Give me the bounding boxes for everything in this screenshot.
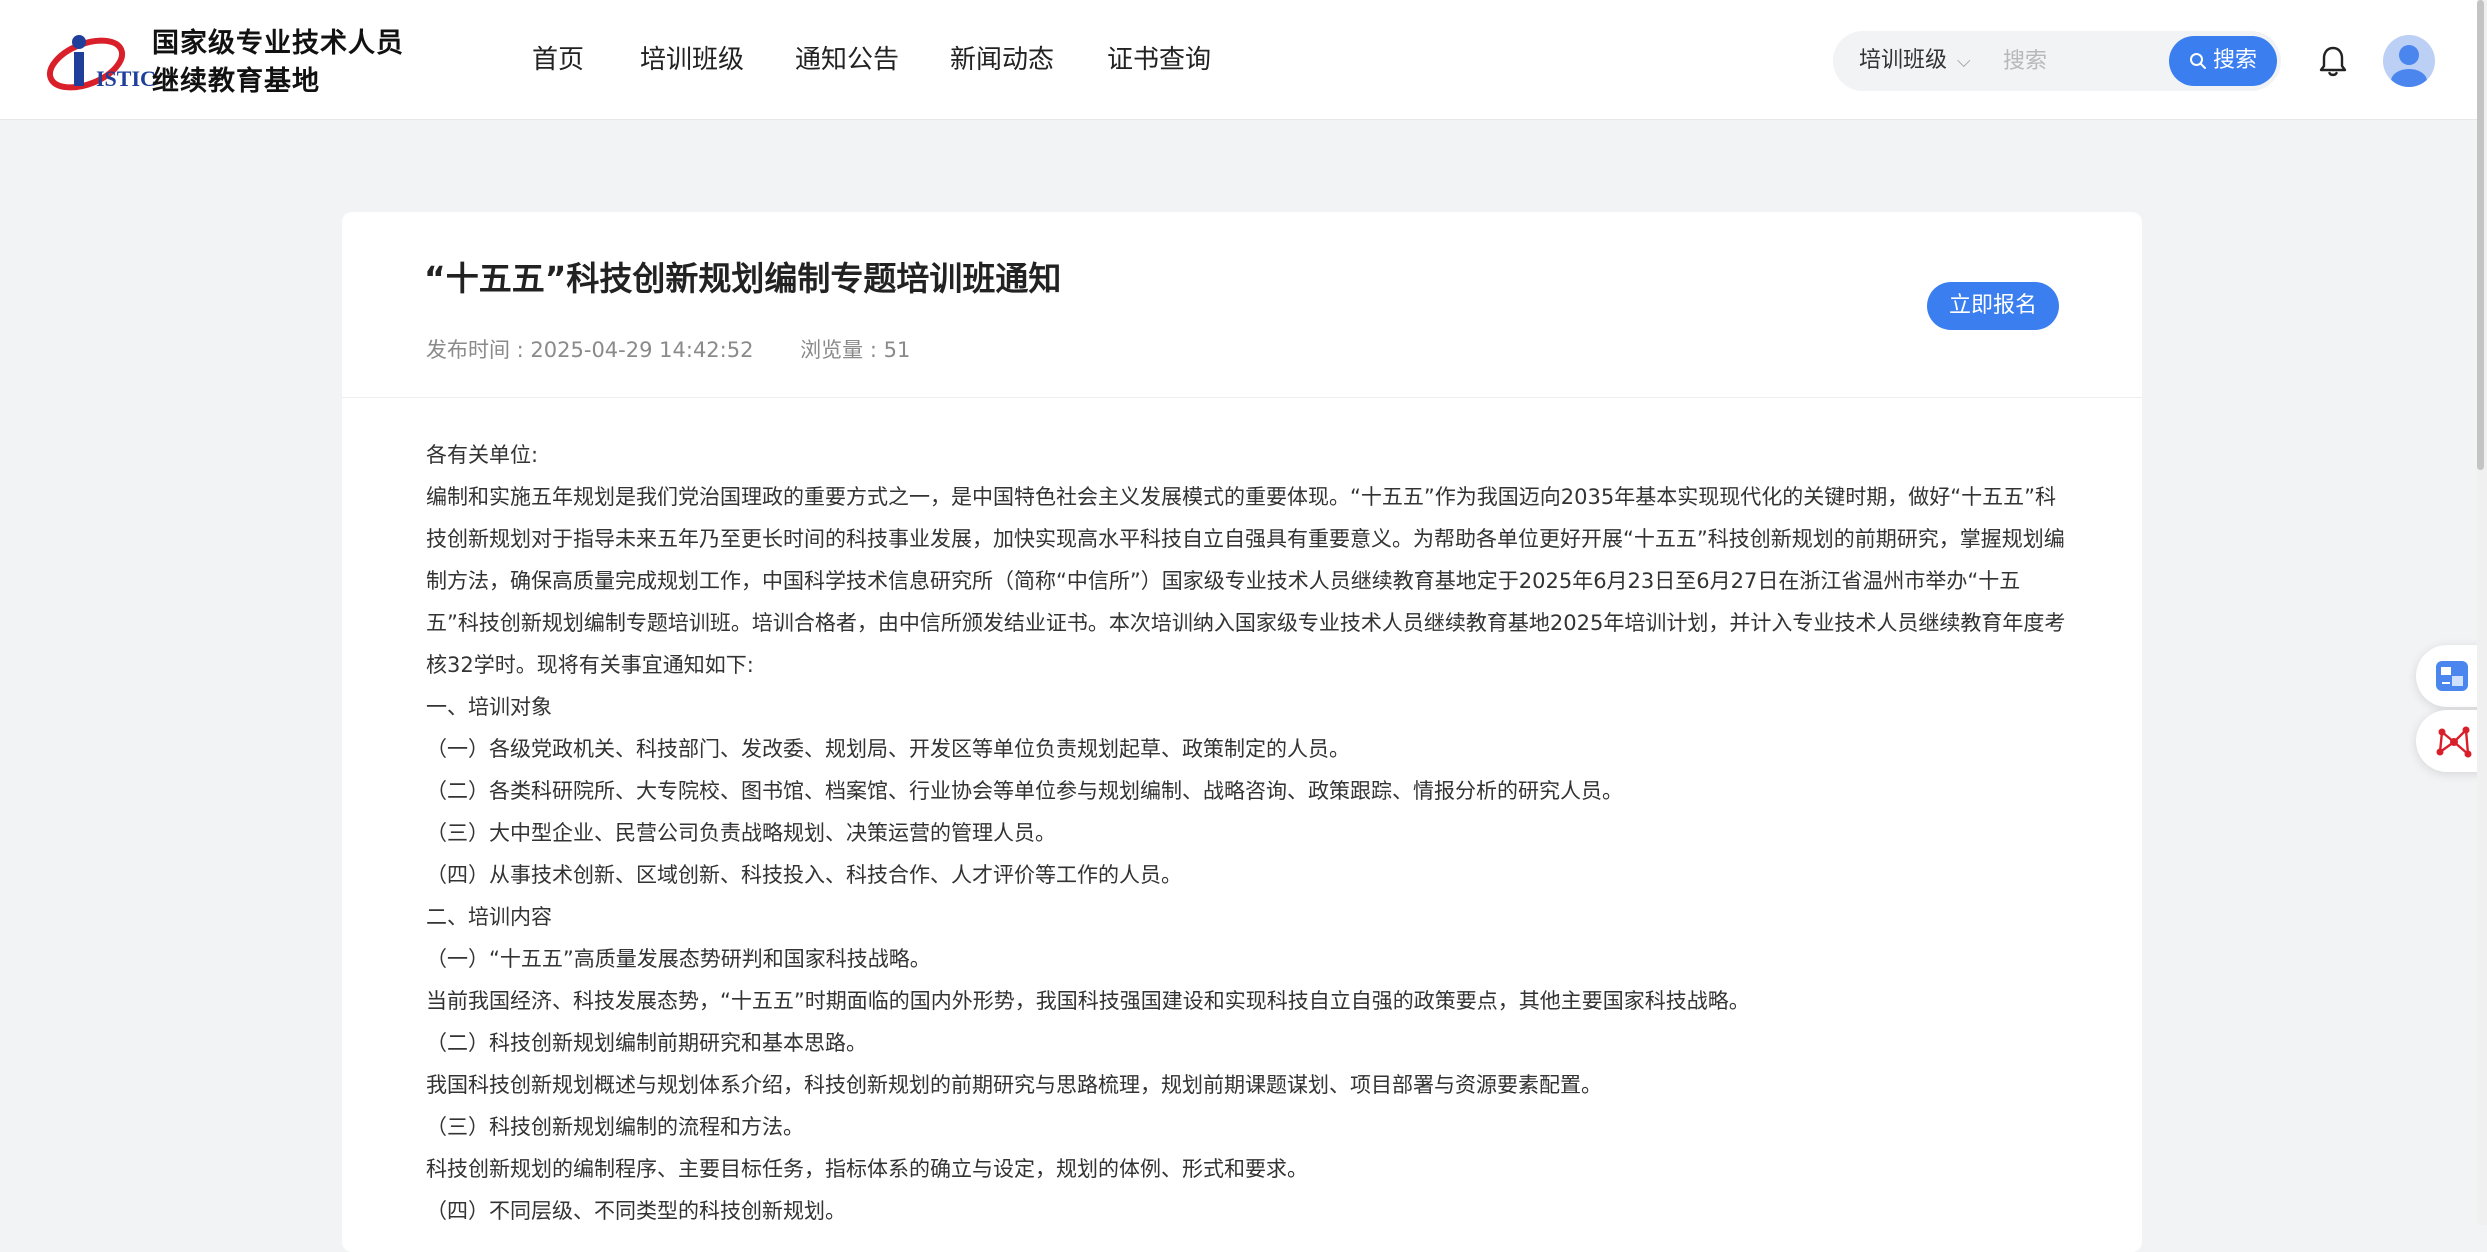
search-button[interactable]: 搜索 <box>2169 36 2277 86</box>
paragraph: 编制和实施五年规划是我们党治国理政的重要方式之一，是中国特色社会主义发展模式的重… <box>426 485 2066 677</box>
paragraph: （四）从事技术创新、区域创新、科技投入、科技合作、人才评价等工作的人员。 <box>426 863 1182 887</box>
article-meta: 发布时间 : 2025-04-29 14:42:52 浏览量 : 51 <box>426 334 950 364</box>
paragraph: （三）科技创新规划编制的流程和方法。 <box>426 1115 804 1139</box>
nav-home[interactable]: 首页 <box>532 38 584 82</box>
logo-mark: ISTIC <box>96 66 156 91</box>
paragraph: 二、培训内容 <box>426 905 552 929</box>
paragraph: 科技创新规划的编制程序、主要目标任务，指标体系的确立与设定，规划的体例、形式和要… <box>426 1157 1308 1181</box>
translate-icon <box>2436 661 2468 691</box>
user-avatar-icon[interactable] <box>2383 35 2435 87</box>
logo-title-line1: 国家级专业技术人员 <box>152 28 404 59</box>
article-header: “十五五”科技创新规划编制专题培训班通知 发布时间 : 2025-04-29 1… <box>342 212 2142 398</box>
page-scrollbar[interactable] <box>2477 0 2487 1225</box>
notification-bell-icon[interactable] <box>2318 44 2348 78</box>
nav-notices[interactable]: 通知公告 <box>795 38 899 82</box>
article-title: “十五五”科技创新规划编制专题培训班通知 <box>424 259 1062 298</box>
search-bar: 培训班级 ⌵ 搜索 <box>1833 31 2281 91</box>
nav-certificate-query[interactable]: 证书查询 <box>1107 38 1211 82</box>
paragraph: （三）大中型企业、民营公司负责战略规划、决策运营的管理人员。 <box>426 821 1056 845</box>
article-body: 各有关单位: 编制和实施五年规划是我们党治国理政的重要方式之一，是中国特色社会主… <box>426 434 2066 1232</box>
search-icon <box>2189 53 2206 69</box>
paragraph: 当前我国经济、科技发展态势，“十五五”时期面临的国内外形势，我国科技强国建设和实… <box>426 989 1750 1013</box>
scrollbar-thumb[interactable] <box>2477 0 2484 470</box>
nav-training-classes[interactable]: 培训班级 <box>640 38 744 82</box>
search-category-label: 培训班级 <box>1859 48 1948 73</box>
logo-title: 国家级专业技术人员 继续教育基地 <box>152 25 404 101</box>
search-button-label: 搜索 <box>2212 48 2257 73</box>
nav-news[interactable]: 新闻动态 <box>950 38 1054 82</box>
enroll-now-button[interactable]: 立即报名 <box>1927 282 2059 330</box>
paragraph: （二）各类科研院所、大专院校、图书馆、档案馆、行业协会等单位参与规划编制、战略咨… <box>426 779 1623 803</box>
paragraph: （二）科技创新规划编制前期研究和基本思路。 <box>426 1031 867 1055</box>
view-count: 浏览量 : 51 <box>800 338 911 362</box>
search-category-select[interactable]: 培训班级 ⌵ <box>1859 31 1971 91</box>
search-input[interactable] <box>2003 43 2163 79</box>
network-icon <box>2436 726 2472 758</box>
logo-title-line2: 继续教育基地 <box>152 66 320 97</box>
top-header: ISTIC 国家级专业技术人员 继续教育基地 首页 培训班级 通知公告 新闻动态… <box>0 0 2487 120</box>
publish-time: 发布时间 : 2025-04-29 14:42:52 <box>426 338 754 362</box>
article-card: “十五五”科技创新规划编制专题培训班通知 发布时间 : 2025-04-29 1… <box>342 212 2142 1252</box>
paragraph: 我国科技创新规划概述与规划体系介绍，科技创新规划的前期研究与思路梳理，规划前期课… <box>426 1073 1602 1097</box>
site-logo[interactable]: ISTIC 国家级专业技术人员 继续教育基地 <box>46 22 403 100</box>
paragraph: （一）各级党政机关、科技部门、发改委、规划局、开发区等单位负责规划起草、政策制定… <box>426 737 1350 761</box>
paragraph: 一、培训对象 <box>426 695 552 719</box>
chevron-down-icon: ⌵ <box>1957 51 1971 72</box>
paragraph: 各有关单位: <box>426 443 539 467</box>
paragraph: （四）不同层级、不同类型的科技创新规划。 <box>426 1199 846 1223</box>
paragraph: （一）“十五五”高质量发展态势研判和国家科技战略。 <box>426 947 931 971</box>
